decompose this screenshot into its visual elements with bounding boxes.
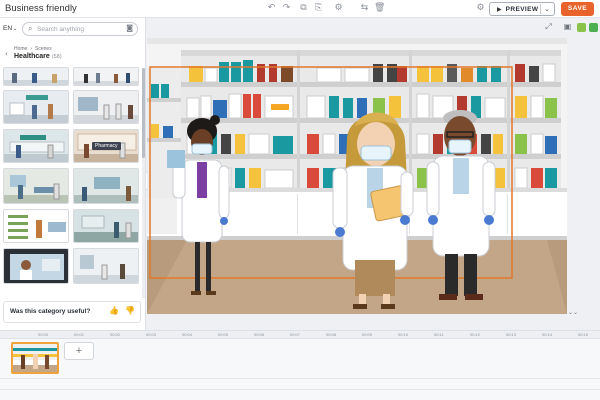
timeline-ruler[interactable]: 00:00 00:01 00:02 00:03 00:04 00:05 00:0… [0, 331, 600, 339]
resize-icon[interactable]: ⤢ [544, 22, 553, 31]
scene-preview [4, 68, 68, 85]
app-window: Business friendly ↶ ↷ ⧉ ⎘ ⚙ ⇆ 🗑 ⚙ ▶ PREV… [0, 0, 600, 400]
delete-icon[interactable]: 🗑 [374, 3, 385, 14]
search-input[interactable] [37, 24, 125, 35]
chevron-down-icon: ⌄ [13, 26, 18, 32]
preview-divider [540, 4, 541, 14]
scene-thumbnail[interactable] [73, 248, 139, 284]
scene-preview [4, 130, 68, 162]
ruler-tick-label: 00:12 [470, 332, 481, 337]
scene-preview [74, 210, 138, 242]
ruler-tick-label: 00:14 [542, 332, 553, 337]
breadcrumb: Home › Scenes [14, 46, 52, 52]
thumbs-down-icon[interactable]: 👎 [125, 306, 135, 315]
ruler-tick-label: 00:04 [182, 332, 193, 337]
ruler-tick-label: 00:13 [506, 332, 517, 337]
track-divider [0, 378, 600, 379]
category-feedback: Was this category useful? 👍 👎 [3, 301, 141, 323]
track-divider [0, 389, 600, 390]
ruler-tick-label: 00:08 [326, 332, 337, 337]
paste-icon[interactable]: ⎘ [313, 3, 324, 14]
scrollbar-thumb[interactable] [142, 68, 145, 158]
scene-1-preview [13, 344, 57, 372]
breadcrumb-separator: › [30, 46, 33, 52]
top-bar: Business friendly ↶ ↷ ⧉ ⎘ ⚙ ⇆ 🗑 ⚙ ▶ PREV… [0, 0, 600, 18]
color-swatch-light[interactable] [577, 23, 586, 32]
redo-icon[interactable]: ↷ [281, 3, 292, 14]
ruler-tick-label: 00:01 [74, 332, 85, 337]
scene-thumbnail[interactable] [3, 168, 69, 204]
scene-preview [4, 169, 68, 203]
breadcrumb-scenes[interactable]: Scenes [35, 46, 52, 52]
ruler-tick-label: 00:03 [146, 332, 157, 337]
scene-thumbnail[interactable] [73, 90, 139, 124]
search-field[interactable]: ⌕ ◙ [22, 22, 138, 36]
scene-preview [4, 91, 68, 123]
category-count: (58) [51, 54, 62, 60]
camera-icon[interactable]: ◙ [126, 24, 133, 32]
preview-button[interactable]: ▶ PREVIEW ⌄ [489, 2, 555, 16]
scene-thumbnail[interactable] [73, 209, 139, 243]
ruler-tick-label: 00:02 [110, 332, 121, 337]
color-swatch-dark[interactable] [589, 23, 598, 32]
undo-icon[interactable]: ↶ [266, 3, 277, 14]
scene-preview [4, 249, 68, 283]
flip-icon[interactable]: ⇆ [359, 3, 370, 14]
zoom-control[interactable]: ⌄⌄ [568, 309, 578, 316]
project-title[interactable]: Business friendly [5, 3, 77, 14]
copy-icon[interactable]: ⧉ [298, 3, 309, 14]
language-value: EN [3, 25, 13, 32]
category-name: Healthcare [14, 53, 50, 60]
image-icon[interactable]: ▣ [563, 22, 572, 31]
shelf [181, 82, 561, 87]
scene-canvas[interactable] [147, 38, 567, 314]
back-arrow-icon[interactable]: ‹ [5, 50, 8, 58]
thumbnail-label: Pharmacy [92, 142, 121, 150]
ruler-tick-label: 00:06 [254, 332, 265, 337]
thumbs-up-icon[interactable]: 👍 [109, 306, 119, 315]
gear-icon[interactable]: ⚙ [475, 3, 486, 14]
scene-thumbnail[interactable] [3, 248, 69, 284]
scene-thumbnail[interactable] [3, 209, 69, 243]
scene-thumbnail[interactable] [3, 129, 69, 163]
scene-preview [74, 68, 138, 85]
scene-thumbnail[interactable]: Pharmacy [73, 129, 139, 163]
scene-preview [74, 91, 138, 123]
scene-thumbnail[interactable] [3, 67, 69, 86]
breadcrumb-home[interactable]: Home [14, 46, 27, 52]
chevron-down-icon[interactable]: ⌄ [544, 3, 550, 15]
timeline-scene-1[interactable] [11, 342, 59, 374]
scene-preview [4, 210, 68, 242]
timeline-panel: 00:00 00:01 00:02 00:03 00:04 00:05 00:0… [0, 330, 600, 400]
pharmacy-scene [147, 38, 567, 314]
play-icon: ▶ [497, 5, 502, 13]
ruler-tick-label: 00:05 [218, 332, 229, 337]
scene-thumbnail[interactable] [73, 67, 139, 86]
feedback-question: Was this category useful? [10, 308, 91, 315]
save-button[interactable]: SAVE [561, 2, 594, 16]
settings-icon[interactable]: ⚙ [333, 3, 344, 14]
ruler-tick-label: 00:09 [362, 332, 373, 337]
preview-label: PREVIEW [505, 5, 539, 13]
panel-scrollbar[interactable] [142, 68, 145, 298]
scene-library-panel: EN⌄ ⌕ ◙ ‹ Home›Scenes Healthcare(58) [0, 18, 146, 330]
ruler-tick-label: 00:10 [398, 332, 409, 337]
add-scene-button[interactable]: + [64, 342, 94, 360]
scene-preview [74, 249, 138, 283]
ruler-tick-label: 00:07 [290, 332, 301, 337]
ruler-tick-label: 00:00 [38, 332, 49, 337]
scene-thumbnail[interactable] [3, 90, 69, 124]
ruler-tick-label: 00:15 [578, 332, 589, 337]
scene-thumbnail[interactable] [73, 168, 139, 204]
scene-preview [74, 169, 138, 203]
category-title: Healthcare (58) [14, 53, 62, 60]
search-icon: ⌕ [28, 24, 33, 33]
language-selector[interactable]: EN⌄ [3, 25, 17, 32]
ruler-tick-label: 00:11 [434, 332, 444, 337]
